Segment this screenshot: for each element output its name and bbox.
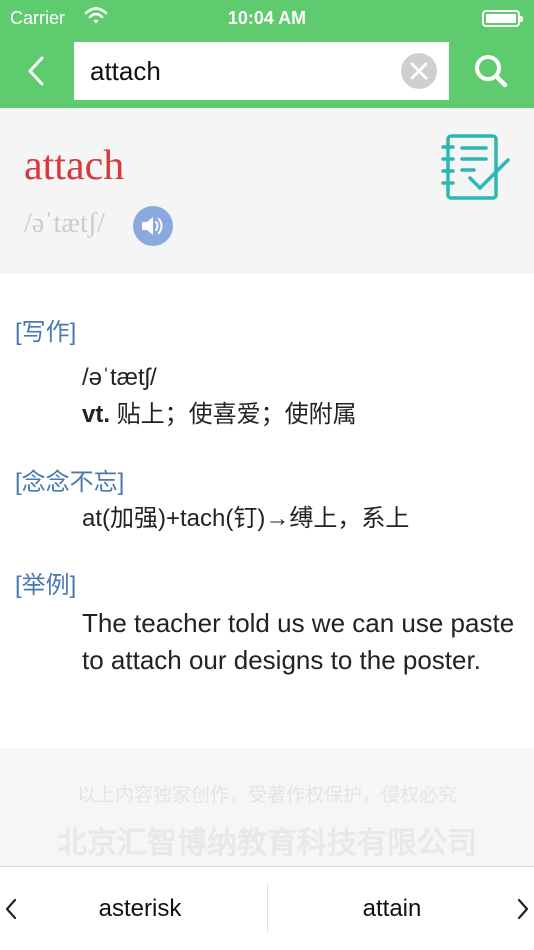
chevron-right-icon[interactable] — [514, 895, 532, 923]
status-time: 10:04 AM — [227, 8, 307, 28]
headword: attach — [24, 143, 125, 189]
search-icon — [475, 55, 508, 88]
speaker-icon — [142, 217, 163, 235]
battery-icon — [482, 10, 523, 27]
part-of-speech: vt. — [82, 401, 111, 428]
chevron-left-icon[interactable] — [2, 895, 20, 923]
memory-text: at(加强)+tach(钉)→缚上，系上 — [82, 505, 410, 532]
clear-button[interactable] — [401, 53, 437, 89]
section-title-example: [举例] — [15, 572, 77, 599]
definition-text: 贴上；使喜爱；使附属 — [110, 401, 357, 428]
nav-bar: Carrier 10:04 AM — [0, 0, 534, 108]
writing-phonetic: /əˈtætʃ/ — [82, 364, 157, 391]
copyright-banner: 以上内容独家创作，受著作权保护，侵权必究 北京汇智博纳教育科技有限公司 — [0, 748, 534, 866]
writing-definition: vt. 贴上；使喜爱；使附属 — [82, 397, 357, 433]
example-text: The teacher told us we can use paste to … — [82, 608, 515, 675]
header-phonetic: /əˈtætʃ/ — [24, 208, 105, 239]
word-navigation: asterisk attain — [0, 866, 534, 950]
search-box — [74, 42, 449, 100]
status-bar: Carrier 10:04 AM — [0, 0, 534, 36]
clear-icon — [410, 62, 428, 80]
section-title-memory: [念念不忘] — [15, 469, 125, 496]
divider — [267, 883, 268, 933]
search-input[interactable] — [90, 50, 390, 92]
section-title-writing: [写作] — [15, 319, 77, 346]
pronounce-button[interactable] — [133, 206, 173, 246]
back-button[interactable] — [18, 50, 54, 92]
next-word-button[interactable]: attain — [292, 895, 492, 923]
word-header: attach /əˈtætʃ/ — [0, 108, 534, 274]
search-button[interactable] — [470, 50, 512, 92]
copyright-notice: 以上内容独家创作，受著作权保护，侵权必究 — [76, 785, 457, 806]
prev-word-button[interactable]: asterisk — [40, 895, 240, 923]
company-name: 北京汇智博纳教育科技有限公司 — [57, 827, 477, 860]
notebook-check-icon[interactable] — [440, 132, 512, 204]
